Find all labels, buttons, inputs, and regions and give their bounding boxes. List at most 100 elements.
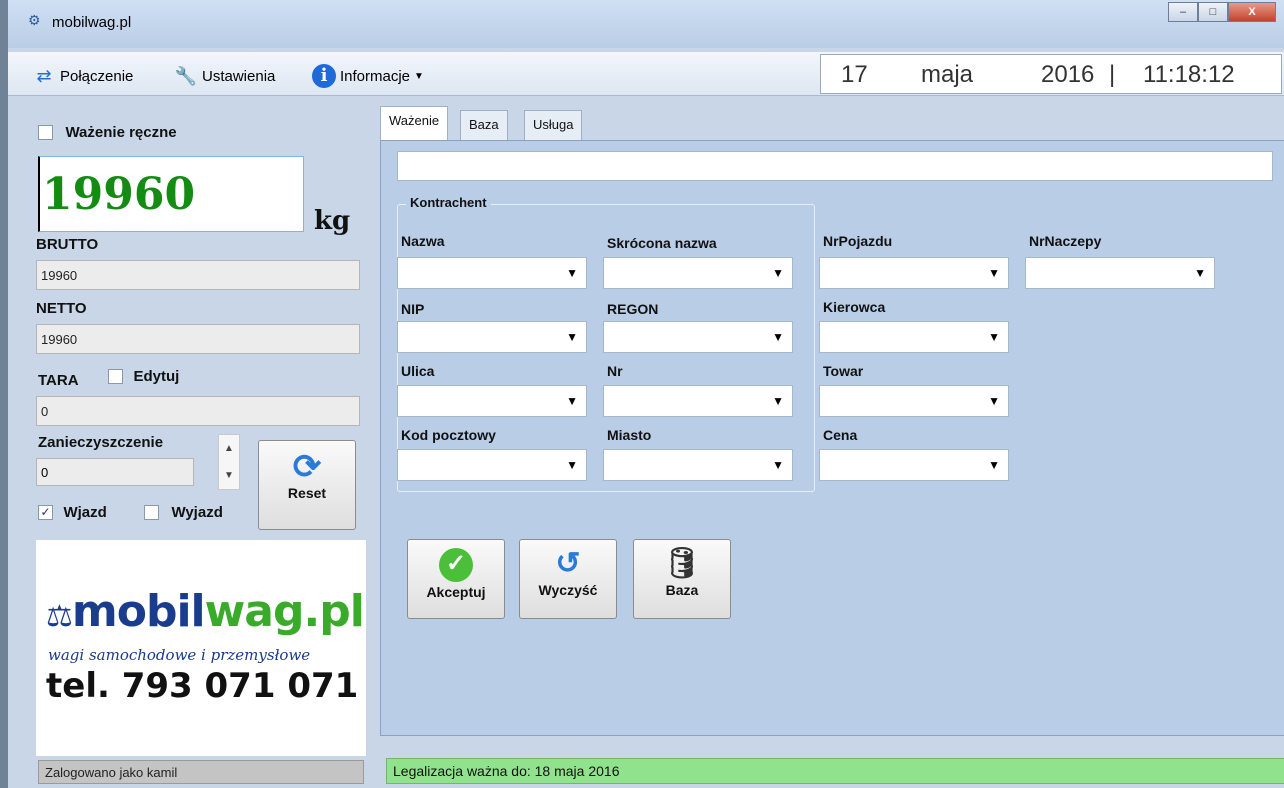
arrows-exchange-icon: ⇄ — [36, 66, 52, 86]
weight-unit: kg — [314, 206, 351, 236]
tab-baza[interactable]: Baza — [460, 110, 508, 140]
refresh-icon: ⟳ — [292, 448, 322, 486]
weight-display: 19960 — [38, 156, 304, 232]
towar-combo[interactable]: ▼ — [819, 385, 1009, 417]
logo-brand-dark: mobil — [71, 586, 206, 637]
exit-checkbox[interactable] — [144, 505, 159, 521]
nip-combo[interactable]: ▼ — [397, 321, 587, 353]
chevron-down-icon: ▼ — [988, 394, 1000, 408]
menu-informacje[interactable]: i Informacje ▼ — [312, 64, 424, 88]
menu-ustawienia-label: Ustawienia — [202, 67, 276, 85]
reset-button[interactable]: ⟳ Reset — [258, 440, 356, 530]
app-logo-icon: ⚙ — [28, 12, 41, 28]
nr-combo[interactable]: ▼ — [603, 385, 793, 417]
app-window: ⚙ mobilwag.pl – □ X ⇄ Połączenie 🔧 Ustaw… — [8, 0, 1284, 788]
base-button[interactable]: 🛢 Baza — [633, 539, 731, 619]
edit-tara-label: Edytuj — [133, 368, 180, 385]
info-icon: i — [312, 64, 336, 88]
logo-brand-accent: wag.pl — [204, 586, 365, 637]
menu-polaczenie-label: Połączenie — [60, 67, 134, 85]
tab-wazenie[interactable]: Ważenie — [380, 106, 449, 142]
kod-combo[interactable]: ▼ — [397, 449, 587, 481]
clock-year: 2016 — [1041, 61, 1095, 88]
wrench-icon: 🔧 — [174, 66, 198, 86]
kod-label: Kod pocztowy — [401, 427, 496, 443]
menu-ustawienia[interactable]: 🔧 Ustawienia — [174, 64, 276, 88]
regon-label: REGON — [607, 301, 659, 317]
nip-label: NIP — [401, 301, 425, 317]
accept-button[interactable]: ✓ Akceptuj — [407, 539, 505, 619]
scale-logo-icon: ⚖ — [46, 599, 73, 634]
chevron-down-icon: ▼ — [414, 70, 424, 82]
brutto-field: 19960 — [36, 260, 360, 290]
chevron-down-icon: ▼ — [988, 330, 1000, 344]
skrocona-label: Skrócona nazwa — [607, 235, 717, 251]
manual-weighing-label: Ważenie ręczne — [65, 124, 177, 141]
window-title: mobilwag.pl — [52, 14, 132, 31]
contamination-spinner[interactable]: ▲ ▼ — [218, 434, 240, 490]
edit-tara-checkbox[interactable] — [108, 369, 123, 385]
exit-label: Wyjazd — [171, 504, 223, 521]
nrpojazdu-combo[interactable]: ▼ — [819, 257, 1009, 289]
notes-input[interactable] — [397, 151, 1273, 181]
base-button-label: Baza — [665, 582, 699, 598]
towar-label: Towar — [823, 363, 864, 379]
tab-usluga[interactable]: Usługa — [524, 110, 583, 140]
chevron-down-icon: ▼ — [988, 266, 1000, 280]
chevron-down-icon: ▼ — [988, 458, 1000, 472]
manual-weighing-option[interactable]: Ważenie ręczne — [38, 124, 177, 142]
netto-label: NETTO — [36, 300, 87, 317]
chevron-down-icon: ▼ — [772, 266, 784, 280]
menu-polaczenie[interactable]: ⇄ Połączenie — [32, 64, 133, 88]
chevron-down-icon: ▼ — [566, 394, 578, 408]
chevron-down-icon: ▼ — [772, 394, 784, 408]
chevron-down-icon: ▼ — [566, 266, 578, 280]
spinner-down-icon[interactable]: ▼ — [219, 462, 239, 489]
window-frame-edge — [0, 0, 8, 788]
contamination-label: Zanieczyszczenie — [38, 434, 164, 451]
kierowca-combo[interactable]: ▼ — [819, 321, 1009, 353]
chevron-down-icon: ▼ — [1194, 266, 1206, 280]
minimize-button[interactable]: – — [1168, 2, 1198, 22]
logo-phone: tel. 793 071 071 — [46, 666, 359, 706]
nazwa-label: Nazwa — [401, 233, 445, 249]
nazwa-combo[interactable]: ▼ — [397, 257, 587, 289]
clock-day: 17 — [841, 61, 868, 88]
logo-brand: ⚖mobilwag.pl — [46, 586, 365, 637]
checkmark-icon: ✓ — [439, 548, 473, 582]
exit-option[interactable]: Wyjazd — [144, 504, 223, 522]
ulica-combo[interactable]: ▼ — [397, 385, 587, 417]
accept-button-label: Akceptuj — [426, 584, 486, 600]
clock-month: maja — [921, 61, 974, 88]
chevron-down-icon: ▼ — [772, 330, 784, 344]
contamination-field[interactable]: 0 — [36, 458, 194, 486]
nrnaczepy-combo[interactable]: ▼ — [1025, 257, 1215, 289]
manual-weighing-checkbox[interactable] — [38, 125, 53, 141]
chevron-down-icon: ▼ — [772, 458, 784, 472]
cena-combo[interactable]: ▼ — [819, 449, 1009, 481]
edit-tara-option[interactable]: Edytuj — [108, 368, 179, 386]
database-icon: 🛢 — [662, 547, 702, 580]
clear-button-label: Wyczyść — [538, 582, 598, 598]
chevron-down-icon: ▼ — [566, 458, 578, 472]
login-status: Zalogowano jako kamil — [38, 760, 364, 784]
skrocona-combo[interactable]: ▼ — [603, 257, 793, 289]
maximize-button[interactable]: □ — [1198, 2, 1228, 22]
company-logo: ⚖mobilwag.pl wagi samochodowe i przemysł… — [36, 540, 366, 756]
clock-separator: | — [1109, 61, 1116, 88]
chevron-down-icon: ▼ — [566, 330, 578, 344]
logo-tagline: wagi samochodowe i przemysłowe — [48, 646, 311, 664]
entry-checkbox[interactable]: ✓ — [38, 505, 53, 521]
tara-field[interactable]: 0 — [36, 396, 360, 426]
miasto-combo[interactable]: ▼ — [603, 449, 793, 481]
clear-button[interactable]: ↺ Wyczyść — [519, 539, 617, 619]
netto-field: 19960 — [36, 324, 360, 354]
entry-option[interactable]: ✓ Wjazd — [38, 504, 107, 522]
spinner-up-icon[interactable]: ▲ — [219, 435, 239, 462]
reset-button-label: Reset — [287, 485, 327, 501]
regon-combo[interactable]: ▼ — [603, 321, 793, 353]
window-controls: – □ X — [1168, 2, 1276, 22]
weighing-tab-panel: Kontrachent Nazwa ▼ NIP ▼ Ulica ▼ Kod po… — [380, 140, 1284, 736]
close-button[interactable]: X — [1228, 2, 1276, 22]
nrnaczepy-label: NrNaczepy — [1029, 233, 1102, 249]
